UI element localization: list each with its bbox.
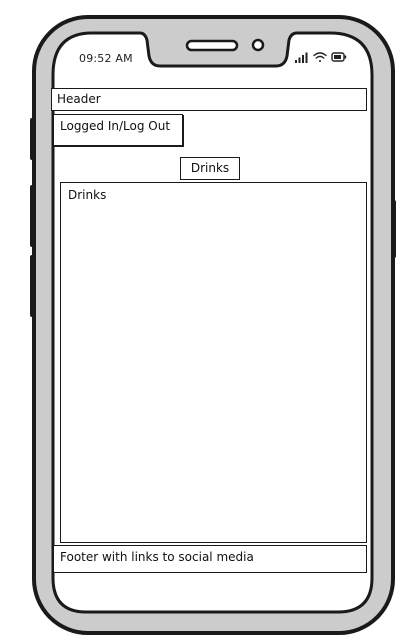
speaker-grille <box>185 39 239 52</box>
header-label: Header <box>57 92 101 106</box>
front-camera <box>251 38 265 52</box>
login-logout-label: Logged In/Log Out <box>60 119 171 133</box>
login-logout-button[interactable]: Logged In/Log Out <box>53 114 183 146</box>
drinks-panel: Drinks <box>60 182 367 543</box>
drinks-button-label: Drinks <box>190 161 230 175</box>
drinks-button[interactable]: Drinks <box>180 157 240 180</box>
status-time: 09:52 AM <box>79 52 133 65</box>
battery-icon <box>331 52 347 62</box>
status-icons <box>295 52 347 63</box>
signal-icon <box>295 52 308 63</box>
footer-label[interactable]: Footer with links to social media <box>60 550 254 564</box>
drinks-panel-title: Drinks <box>68 188 107 202</box>
header-bar: Header <box>51 88 367 111</box>
phone-mockup: 09:52 AM Header Logged In/Log Out Drinks… <box>0 0 402 637</box>
footer-bar: Footer with links to social media <box>53 545 367 573</box>
wifi-icon <box>313 52 327 62</box>
